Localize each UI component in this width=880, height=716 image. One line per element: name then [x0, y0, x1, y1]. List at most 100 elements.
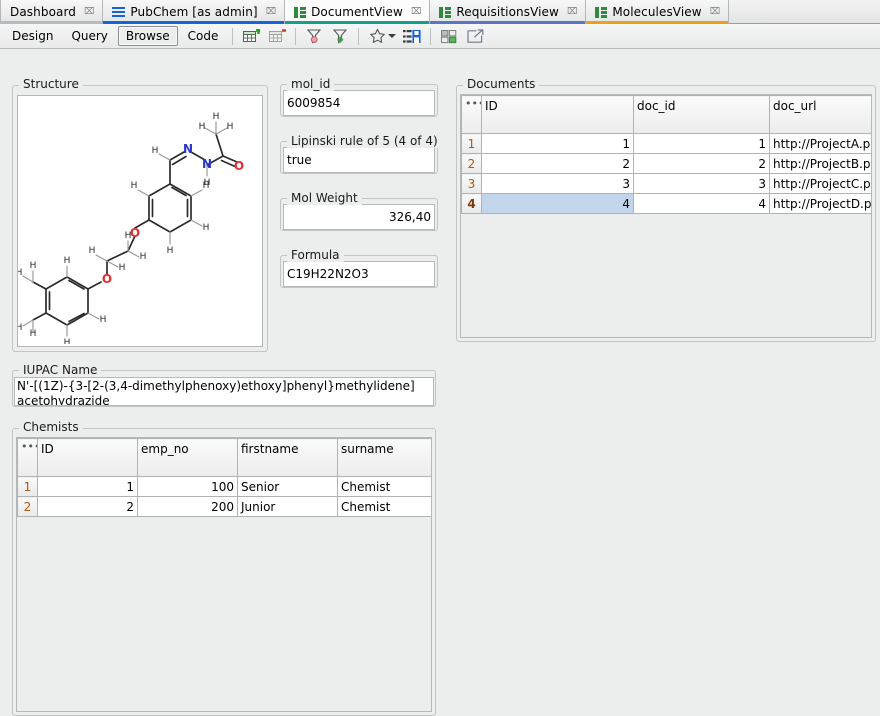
toolbar-query-button[interactable]: Query	[63, 26, 115, 46]
svg-text:H: H	[152, 146, 159, 156]
row-header[interactable]: 4	[462, 194, 482, 214]
mol-weight-input[interactable]: 326,40	[283, 204, 435, 230]
cell-surname[interactable]: Chemist	[338, 477, 433, 497]
documents-select-all-corner[interactable]: •••	[462, 96, 482, 134]
close-icon[interactable]: ⌧	[266, 8, 276, 17]
table-row[interactable]: 3 3 3 http://ProjectC.pdf	[462, 174, 873, 194]
chemists-column-surname[interactable]: surname	[338, 439, 433, 477]
svg-text:H: H	[199, 122, 206, 132]
chemists-group: Chemists ••• ID emp_no	[12, 420, 436, 716]
table-header-row: ••• ID doc_id doc_url	[462, 96, 873, 134]
cell-doc-url[interactable]: http://ProjectD.pdf	[770, 194, 873, 214]
chemists-column-emp-no[interactable]: emp_no	[138, 439, 238, 477]
tab-underline	[586, 21, 728, 24]
toolbar-separator	[295, 28, 296, 45]
toolbar-separator	[430, 28, 431, 45]
table-row[interactable]: 1 1 100 Senior Chemist	[18, 477, 433, 497]
cell-id[interactable]: 2	[38, 497, 138, 517]
toolbar-separator	[232, 28, 233, 45]
molecule-structure-canvas[interactable]: O N N O O HHH H H H H H H	[17, 95, 263, 347]
filter-remove-button[interactable]	[302, 25, 326, 48]
main-content: Structure	[0, 49, 880, 670]
row-header[interactable]: 1	[18, 477, 38, 497]
close-icon[interactable]: ⌧	[84, 8, 94, 17]
mol-id-input[interactable]: 6009854	[283, 90, 435, 116]
chemists-column-firstname[interactable]: firstname	[238, 439, 338, 477]
structure-group-title: Structure	[19, 77, 83, 91]
close-icon[interactable]: ⌧	[567, 8, 577, 17]
tab-underline	[1, 21, 102, 24]
cell-emp-no[interactable]: 100	[138, 477, 238, 497]
svg-text:H: H	[131, 181, 138, 191]
tab-dashboard[interactable]: Dashboard ⌧	[0, 0, 103, 24]
mol-id-label: mol_id	[287, 77, 334, 91]
documents-column-doc-url[interactable]: doc_url	[770, 96, 873, 134]
close-icon[interactable]: ⌧	[710, 8, 720, 17]
documents-table: ••• ID doc_id doc_url 1 1 1 http://Proj	[461, 95, 872, 214]
add-row-button[interactable]	[239, 25, 263, 48]
row-header[interactable]: 2	[18, 497, 38, 517]
row-header[interactable]: 2	[462, 154, 482, 174]
layout-button[interactable]	[437, 25, 461, 48]
tab-documentview[interactable]: DocumentView ⌧	[285, 0, 430, 24]
save-record-icon	[403, 29, 421, 44]
iupac-name-textarea[interactable]: N'-[(1Z)-{3-[2-(3,4-dimethylphenoxy)etho…	[14, 377, 434, 406]
table-row[interactable]: 2 2 200 Junior Chemist	[18, 497, 433, 517]
save-record-button[interactable]	[400, 25, 424, 48]
tab-label: DocumentView	[311, 5, 403, 19]
favorite-button[interactable]	[365, 25, 389, 48]
formula-group: Formula C19H22N2O3	[280, 248, 438, 288]
filter-add-button[interactable]	[328, 25, 352, 48]
row-header[interactable]: 1	[462, 134, 482, 154]
toolbar-browse-button[interactable]: Browse	[118, 26, 178, 46]
formula-input[interactable]: C19H22N2O3	[283, 261, 435, 287]
chemists-table-wrapper[interactable]: ••• ID emp_no firstname surname 1 1 100	[16, 437, 432, 712]
lipinski-label: Lipinski rule of 5 (4 of 4)	[287, 134, 442, 148]
toolbar-code-button[interactable]: Code	[180, 26, 227, 46]
cell-id[interactable]: 2	[482, 154, 634, 174]
close-icon[interactable]: ⌧	[411, 8, 421, 17]
documents-table-wrapper[interactable]: ••• ID doc_id doc_url 1 1 1 http://Proj	[460, 94, 872, 338]
cell-id[interactable]: 4	[482, 194, 634, 214]
cell-doc-url[interactable]: http://ProjectB.pdf	[770, 154, 873, 174]
documents-column-id[interactable]: ID	[482, 96, 634, 134]
cell-id[interactable]: 3	[482, 174, 634, 194]
table-row[interactable]: 1 1 1 http://ProjectA.pdf	[462, 134, 873, 154]
toolbar-design-button[interactable]: Design	[4, 26, 61, 46]
dropdown-caret-icon[interactable]	[388, 34, 396, 38]
cell-doc-url[interactable]: http://ProjectC.pdf	[770, 174, 873, 194]
chemists-select-all-corner[interactable]: •••	[18, 439, 38, 477]
chemists-column-id[interactable]: ID	[38, 439, 138, 477]
cell-doc-id[interactable]: 3	[634, 174, 770, 194]
cell-doc-url[interactable]: http://ProjectA.pdf	[770, 134, 873, 154]
favorite-star-icon	[369, 28, 386, 44]
tab-underline	[430, 21, 585, 24]
cell-doc-id[interactable]: 4	[634, 194, 770, 214]
svg-text:H: H	[140, 252, 147, 262]
cell-firstname[interactable]: Junior	[238, 497, 338, 517]
atom-label-nitrogen: N	[183, 142, 193, 156]
documents-column-doc-id[interactable]: doc_id	[634, 96, 770, 134]
svg-text:H: H	[213, 112, 220, 122]
table-row[interactable]: 2 2 2 http://ProjectB.pdf	[462, 154, 873, 174]
mol-weight-group: Mol Weight 326,40	[280, 191, 438, 231]
tab-pubchem[interactable]: PubChem [as admin] ⌧	[103, 0, 285, 24]
cell-surname[interactable]: Chemist	[338, 497, 433, 517]
tab-moleculesview[interactable]: MoleculesView ⌧	[586, 0, 729, 24]
atom-label-oxygen: O	[130, 226, 140, 240]
cell-doc-id[interactable]: 2	[634, 154, 770, 174]
table-row[interactable]: 4 4 4 http://ProjectD.pdf	[462, 194, 873, 214]
delete-row-icon	[269, 29, 286, 44]
cell-doc-id[interactable]: 1	[634, 134, 770, 154]
table-header-row: ••• ID emp_no firstname surname	[18, 439, 433, 477]
cell-firstname[interactable]: Senior	[238, 477, 338, 497]
cell-emp-no[interactable]: 200	[138, 497, 238, 517]
open-external-button[interactable]	[463, 25, 487, 48]
delete-row-button[interactable]	[265, 25, 289, 48]
svg-text:H: H	[100, 315, 107, 325]
row-header[interactable]: 3	[462, 174, 482, 194]
cell-id[interactable]: 1	[482, 134, 634, 154]
lipinski-input[interactable]: true	[283, 147, 435, 173]
cell-id[interactable]: 1	[38, 477, 138, 497]
tab-requisitionsview[interactable]: RequisitionsView ⌧	[430, 0, 586, 24]
